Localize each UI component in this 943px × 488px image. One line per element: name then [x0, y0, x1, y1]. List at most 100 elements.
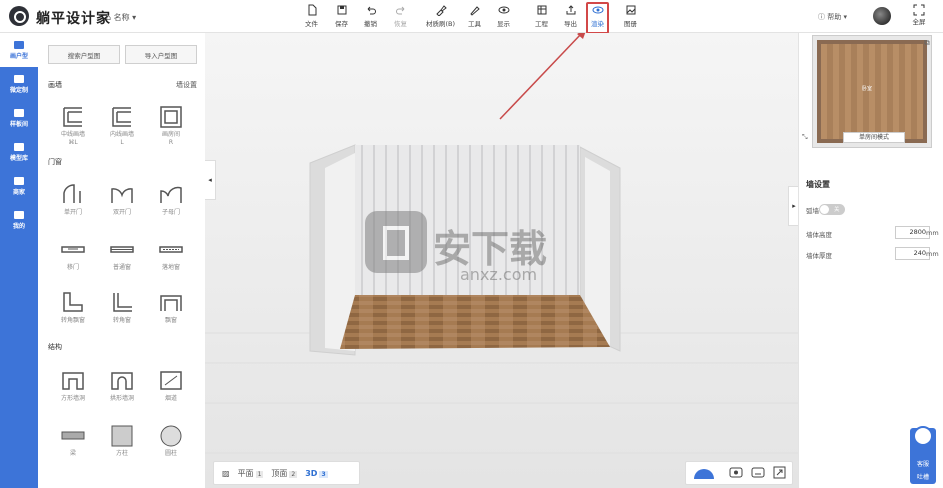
floor-window-tool[interactable]: 落地窗: [148, 238, 194, 272]
tools-button[interactable]: 工具: [468, 4, 481, 30]
import-floorplan-button[interactable]: 导入户型图: [125, 45, 197, 64]
search-floorplan-button[interactable]: 搜索户型图: [48, 45, 120, 64]
minimap-toggle-icon[interactable]: ⧉: [924, 38, 930, 48]
minimap-resize-icon[interactable]: ⤡: [802, 133, 808, 142]
square-column-icon: [111, 425, 133, 447]
file-button[interactable]: 文件: [305, 4, 318, 30]
wall-section-title: 画墙: [48, 81, 62, 89]
sliding-door-icon: [61, 246, 85, 253]
corner-window-tool[interactable]: 转角窗: [99, 291, 145, 325]
structure-section-title: 结构: [48, 343, 62, 351]
project-icon: [537, 5, 546, 15]
undo-icon: [367, 6, 376, 15]
double-door-icon: [111, 188, 133, 203]
arch-opening-tool[interactable]: 拱形墙洞: [99, 369, 145, 403]
nav-sample-room[interactable]: 样板间: [0, 101, 38, 135]
nav-draw-floorplan[interactable]: 画户型: [0, 33, 38, 67]
project-button[interactable]: 工程: [535, 4, 548, 30]
double-door-tool[interactable]: 双开门: [99, 183, 145, 217]
room-icon: [160, 106, 182, 128]
project-name[interactable]: ⌂ 名称 ▾: [106, 12, 136, 23]
home-icon: [14, 108, 24, 117]
album-button[interactable]: 图册: [624, 4, 637, 30]
arch-opening-icon: [111, 372, 133, 390]
corner-bay-window-icon: [63, 292, 83, 312]
flue-tool[interactable]: 烟道: [148, 369, 194, 403]
expand-icon[interactable]: [773, 466, 786, 479]
normal-window-icon: [110, 246, 134, 253]
app-name: 躺平设计家: [36, 11, 111, 27]
camera-icon[interactable]: [729, 467, 743, 478]
sliding-door-tool[interactable]: 移门: [50, 238, 96, 272]
floorplan-icon: [14, 40, 24, 49]
single-room-mode-button[interactable]: 单房间模式: [843, 132, 905, 143]
wall-settings-link[interactable]: 墙设置: [176, 80, 197, 90]
user-icon: [14, 210, 24, 219]
3d-viewport[interactable]: 安下载 anxz.com: [205, 33, 798, 488]
center-wall-icon: [63, 107, 82, 127]
help-menu[interactable]: ⓘ 帮助 ▾: [818, 12, 847, 22]
viewport-controls: [685, 461, 793, 485]
export-button[interactable]: 导出: [564, 4, 577, 30]
single-door-tool[interactable]: 单开门: [50, 183, 96, 217]
logo-icon: [9, 6, 29, 26]
center-wall-tool[interactable]: 中线画墙 ⌘L: [50, 105, 96, 147]
display-button[interactable]: 显示: [497, 4, 510, 30]
annotation-arrow: [499, 33, 586, 120]
view-ceiling[interactable]: 顶面 2: [271, 468, 298, 479]
inner-wall-tool[interactable]: 内线画墙 L: [99, 105, 145, 147]
beam-icon: [61, 431, 85, 440]
round-column-icon: [160, 425, 182, 447]
square-opening-tool[interactable]: 方形墙洞: [50, 369, 96, 403]
file-icon: [308, 4, 316, 16]
brush-icon: [435, 5, 447, 16]
undo-button[interactable]: 撤销: [364, 4, 377, 30]
single-door-icon: [63, 184, 81, 203]
bay-window-icon: [160, 295, 182, 311]
layers-icon[interactable]: ▨: [222, 469, 230, 478]
camera-view-icon[interactable]: [751, 467, 765, 478]
top-toolbar: 躺平设计家 ⌂ 名称 ▾ 文件 保存 撤销 恢复 材质刷(B) 工具 显示 工程…: [0, 0, 943, 34]
view-3d[interactable]: 3D 3: [305, 469, 328, 478]
mother-child-door-icon: [160, 186, 182, 203]
corner-bay-window-tool[interactable]: 转角飘窗: [50, 291, 96, 325]
minimap[interactable]: 卧室 单房间模式: [813, 36, 931, 147]
view-plan[interactable]: 平面 1: [238, 468, 264, 479]
wall-height-unit: mm: [926, 229, 939, 237]
avatar[interactable]: [873, 7, 891, 25]
camera-gauge-icon[interactable]: [694, 469, 714, 479]
render-button[interactable]: 渲染: [586, 2, 609, 34]
door-section-title: 门窗: [48, 158, 62, 166]
bay-window-tool[interactable]: 飘窗: [148, 291, 194, 325]
round-column-tool[interactable]: 圆柱: [148, 424, 194, 458]
floor-window-icon: [159, 246, 183, 253]
customer-service-button[interactable]: 客服 吐槽: [910, 426, 936, 484]
save-button[interactable]: 保存: [335, 4, 348, 30]
corner-window-icon: [113, 293, 132, 312]
arc-wall-toggle[interactable]: 关: [819, 204, 845, 215]
wall-height-input[interactable]: 2800: [895, 226, 930, 239]
tools-icon: [14, 74, 24, 83]
fullscreen-button[interactable]: 全屏: [910, 4, 928, 26]
normal-window-tool[interactable]: 普通窗: [99, 238, 145, 272]
mother-child-door-tool[interactable]: 子母门: [148, 183, 194, 217]
beam-tool[interactable]: 梁: [50, 424, 96, 458]
save-icon: [337, 5, 346, 15]
redo-button[interactable]: 恢复: [394, 4, 407, 30]
project-name-label: 名称: [113, 13, 130, 22]
nav-merchant[interactable]: 商家: [0, 169, 38, 203]
fullscreen-icon: [913, 4, 925, 16]
wall-height-label: 墙体高度: [806, 231, 832, 239]
properties-panel: 卧室 单房间模式 ⧉ ⤡ 墙设置 弧墙 关 墙体高度 2800 mm 墙体厚度 …: [798, 33, 943, 488]
draw-room-tool[interactable]: 画房间 R: [148, 105, 194, 147]
square-column-tool[interactable]: 方柱: [99, 424, 145, 458]
nav-micro-custom[interactable]: 微定制: [0, 67, 38, 101]
inner-wall-icon: [112, 107, 131, 127]
nav-mine[interactable]: 我的: [0, 203, 38, 237]
wall-thickness-input[interactable]: 240: [895, 247, 930, 260]
collapse-left-panel-button[interactable]: ◂: [205, 160, 216, 200]
shop-icon: [14, 176, 24, 185]
nav-model-library[interactable]: 模型库: [0, 135, 38, 169]
view-switcher: ▨ 平面 1 顶面 2 3D 3: [213, 461, 360, 485]
material-brush-button[interactable]: 材质刷(B): [426, 4, 455, 30]
